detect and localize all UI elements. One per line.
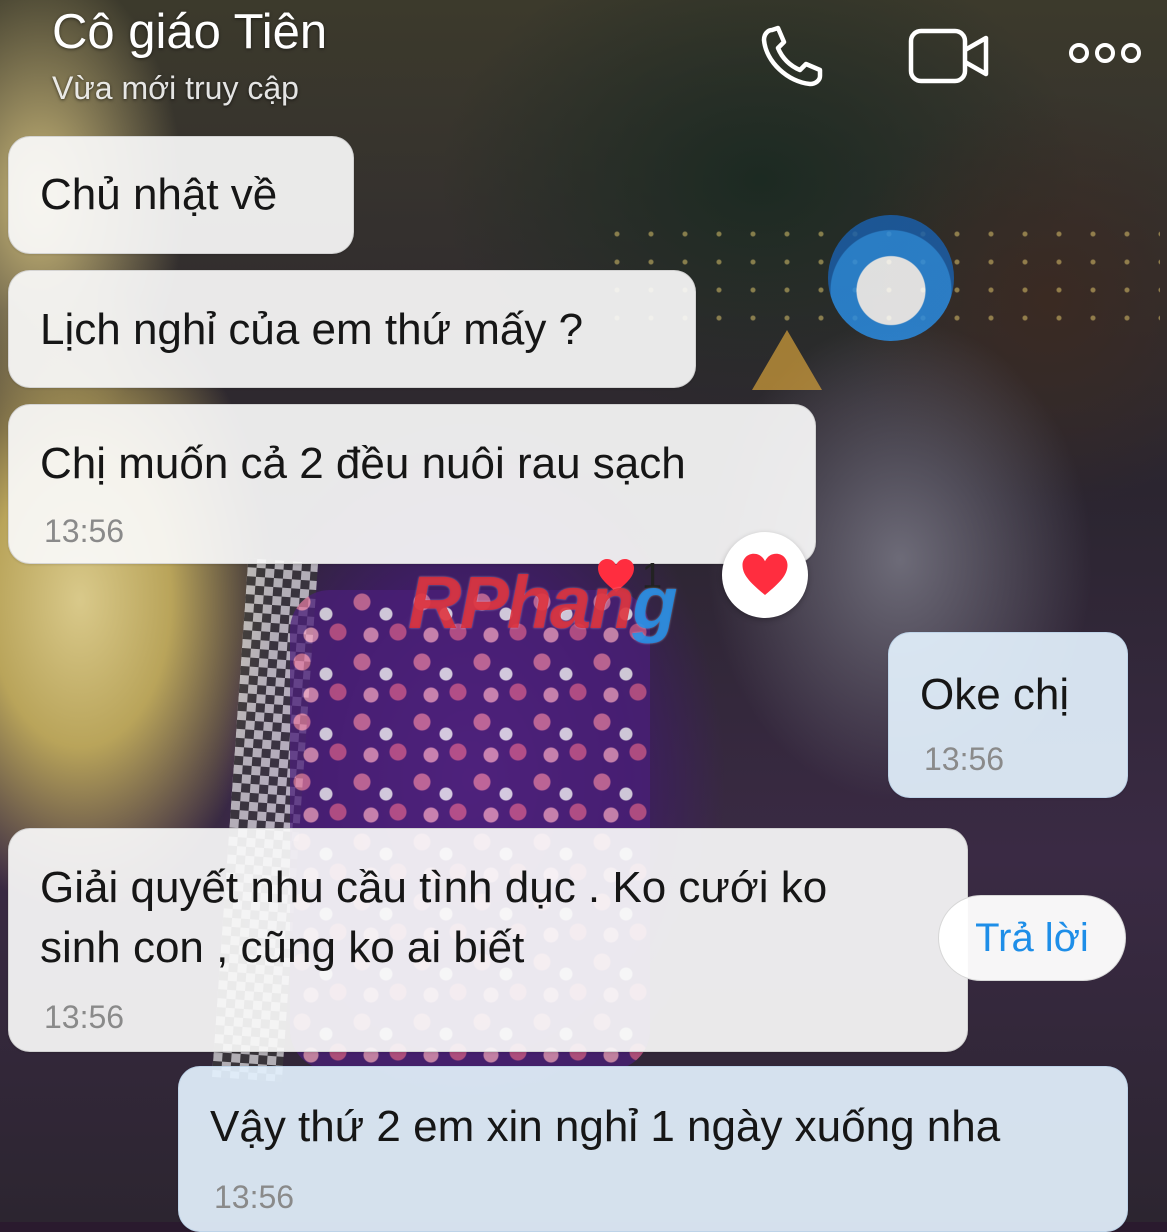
message-text: Chủ nhật về	[40, 170, 278, 219]
message-bubble-outgoing[interactable]: Vậy thứ 2 em xin nghỉ 1 ngày xuống nha 1…	[178, 1066, 1128, 1232]
message-bubble-incoming[interactable]: Giải quyết nhu cầu tình dục . Ko cưới ko…	[8, 828, 968, 1052]
message-text-line-2: sinh con , cũng ko ai biết	[40, 923, 525, 972]
message-bubble-incoming[interactable]: Lịch nghỉ của em thứ mấy ?	[8, 270, 696, 388]
reply-button[interactable]: Trả lời	[938, 895, 1126, 981]
message-time: 13:56	[44, 513, 125, 549]
message-text: Vậy thứ 2 em xin nghỉ 1 ngày xuống nha	[210, 1102, 1001, 1151]
contact-status: Vừa mới truy cập	[52, 70, 299, 106]
message-bubble-outgoing[interactable]: Oke chị 13:56	[888, 632, 1128, 798]
background-balloon	[828, 215, 954, 341]
phone-icon[interactable]	[758, 24, 828, 88]
message-time: 13:56	[44, 999, 125, 1035]
video-call-icon[interactable]	[908, 28, 990, 84]
message-text-line-1: Giải quyết nhu cầu tình dục . Ko cưới ko	[40, 863, 828, 912]
message-text: Lịch nghỉ của em thứ mấy ?	[40, 305, 584, 354]
message-text: Chị muốn cả 2 đều nuôi rau sạch	[40, 439, 686, 488]
heart-icon	[742, 553, 788, 595]
react-button[interactable]	[722, 532, 808, 618]
message-bubble-incoming[interactable]: Chị muốn cả 2 đều nuôi rau sạch 13:56	[8, 404, 816, 564]
message-time: 13:56	[214, 1179, 295, 1215]
message-time: 13:56	[924, 741, 1005, 777]
contact-name[interactable]: Cô giáo Tiên	[52, 4, 327, 60]
more-options-icon[interactable]	[1068, 40, 1142, 66]
chat-header: Cô giáo Tiên Vừa mới truy cập	[0, 0, 1167, 120]
message-bubble-incoming[interactable]: Chủ nhật về	[8, 136, 354, 254]
watermark-logo: RPhang	[408, 561, 678, 644]
message-text: Oke chị	[920, 670, 1070, 719]
